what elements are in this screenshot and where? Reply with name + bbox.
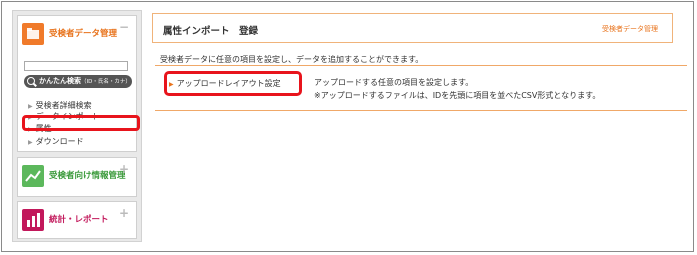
- sidebar-item-label: ダウンロード: [35, 137, 84, 146]
- panel-statistics-report: 統計・レポート +: [17, 201, 137, 239]
- folder-icon: [22, 23, 44, 45]
- panel-title: 統計・レポート: [49, 215, 109, 225]
- collapse-icon[interactable]: −: [119, 21, 129, 33]
- divider: [155, 65, 687, 66]
- attribute-highlight-box: [22, 115, 140, 131]
- quick-search-hint: （ID・氏名・カナ）: [81, 79, 131, 85]
- arrow-icon: ▶: [28, 139, 33, 146]
- window-frame: 受検者データ管理 − かんたん検索（ID・氏名・カナ） ▶ 受検者詳細検索 ▶ デー…: [1, 1, 694, 252]
- sidebar-item-download[interactable]: ▶ ダウンロード: [28, 136, 84, 147]
- expand-icon[interactable]: +: [119, 207, 129, 219]
- page-title: 属性インポート 登録: [163, 26, 259, 37]
- panel-header[interactable]: 統計・レポート +: [22, 206, 132, 236]
- section-label: 受検者データ管理: [602, 25, 658, 33]
- bar-chart-icon: [22, 209, 44, 231]
- search-icon: [27, 77, 35, 85]
- divider: [155, 110, 687, 111]
- upload-highlight-box: [164, 71, 302, 96]
- title-bar: 属性インポート 登録 受検者データ管理: [152, 13, 673, 43]
- main-content: 属性インポート 登録 受検者データ管理 受検者データに任意の項目を設定し、データ…: [150, 10, 687, 242]
- upload-detail-text: アップロードする任意の項目を設定します。: [314, 78, 474, 87]
- upload-note-text: ※アップロードするファイルは、IDを先頭に項目を並べたCSV形式となります。: [314, 91, 601, 100]
- expand-icon[interactable]: +: [119, 163, 129, 175]
- panel-header[interactable]: 受検者データ管理 −: [22, 20, 132, 50]
- quick-search-button[interactable]: かんたん検索（ID・氏名・カナ）: [24, 75, 132, 88]
- sidebar-item-detail-search[interactable]: ▶ 受検者詳細検索: [28, 100, 92, 111]
- panel-subject-data: 受検者データ管理 − かんたん検索（ID・氏名・カナ） ▶ 受検者詳細検索 ▶ デー…: [17, 15, 137, 152]
- search-input[interactable]: [24, 61, 128, 71]
- quick-search-label: かんたん検索: [39, 77, 81, 85]
- panel-info-management: 受検者向け情報管理 +: [17, 157, 137, 197]
- page-description: 受検者データに任意の項目を設定し、データを追加することができます。: [160, 55, 424, 64]
- arrow-icon: ▶: [28, 103, 33, 110]
- panel-title: 受検者データ管理: [49, 29, 118, 39]
- sidebar-item-label: 受検者詳細検索: [35, 101, 92, 110]
- chart-icon: [22, 165, 44, 187]
- panel-title: 受検者向け情報管理: [49, 171, 126, 181]
- panel-header[interactable]: 受検者向け情報管理 +: [22, 162, 132, 192]
